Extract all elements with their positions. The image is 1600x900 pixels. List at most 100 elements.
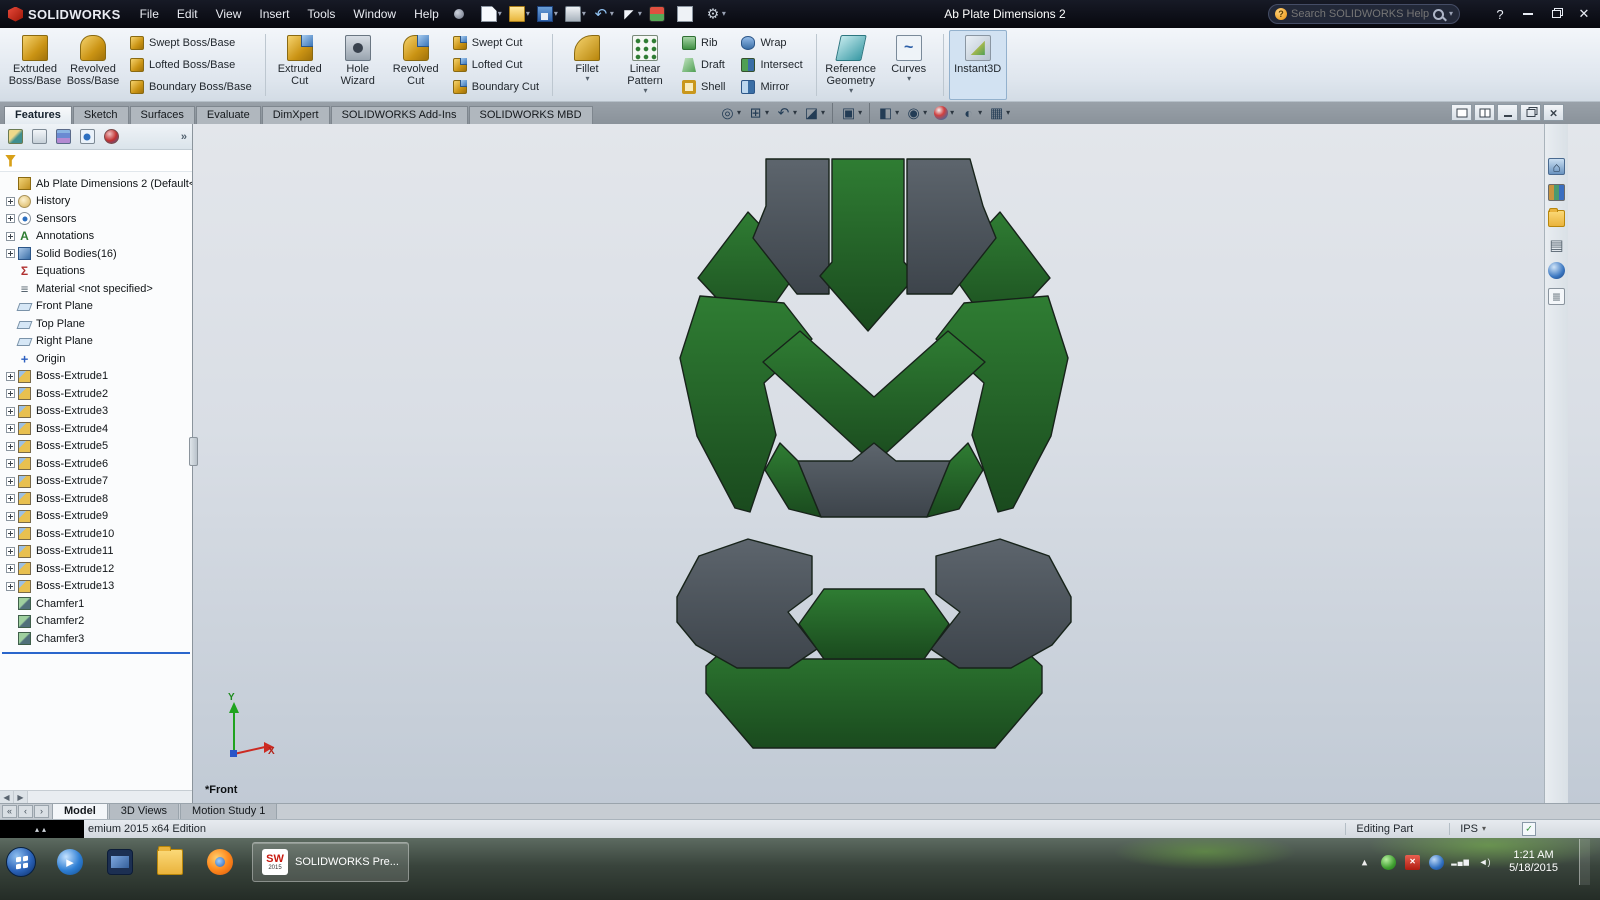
graphics-area[interactable]: Y X *Front — [193, 124, 1600, 803]
tree-horizontal-scrollbar[interactable]: ◀ ▶ — [0, 790, 192, 803]
motion-tab[interactable]: Motion Study 1 — [180, 803, 278, 819]
menu-item[interactable]: View — [207, 0, 251, 28]
taskbar-app-button[interactable] — [100, 843, 140, 881]
view-toolbar-button[interactable]: ▾ — [800, 103, 828, 123]
tree-item[interactable]: Boss-Extrude1 — [0, 368, 192, 386]
command-tab[interactable]: SOLIDWORKS MBD — [468, 106, 593, 124]
expand-icon[interactable] — [6, 371, 15, 381]
ribbon-button[interactable]: Extruded Boss/Base ▾ — [6, 30, 64, 100]
ribbon-button[interactable]: Extruded Cut ▾ — [271, 30, 329, 100]
ribbon-button[interactable]: Rib — [679, 34, 728, 52]
units-selector[interactable]: IPS ▾ — [1449, 823, 1496, 835]
tree-item[interactable]: Annotations — [0, 228, 192, 246]
tree-item[interactable]: Front Plane — [0, 298, 192, 316]
tree-item[interactable]: Sensors — [0, 210, 192, 228]
panel-tab[interactable] — [29, 127, 49, 147]
expand-icon[interactable] — [6, 511, 15, 521]
task-pane-icon[interactable] — [1548, 262, 1565, 279]
expand-icon[interactable] — [6, 231, 15, 241]
tree-item[interactable]: Boss-Extrude4 — [0, 420, 192, 438]
task-pane-icon[interactable] — [1548, 288, 1565, 305]
tree-item[interactable]: Origin — [0, 350, 192, 368]
tray-icon[interactable] — [1405, 854, 1421, 870]
menu-item[interactable]: File — [131, 0, 168, 28]
quick-access-button[interactable]: ▾ — [646, 3, 673, 25]
tree-item[interactable]: Boss-Extrude11 — [0, 543, 192, 561]
tree-item[interactable]: Chamfer1 — [0, 595, 192, 613]
tree-item[interactable]: Solid Bodies(16) — [0, 245, 192, 263]
ribbon-button[interactable]: Instant3D ▾ — [948, 30, 1007, 100]
expand-icon[interactable] — [6, 214, 15, 224]
ribbon-button[interactable]: Revolved Boss/Base ▾ — [64, 30, 122, 100]
panel-tab[interactable] — [77, 127, 97, 147]
view-toolbar-button[interactable]: ▾ — [744, 103, 772, 123]
view-toolbar-button[interactable]: ▾ — [869, 103, 902, 123]
ribbon-button[interactable]: Intersect — [738, 56, 805, 74]
show-desktop-button[interactable] — [1579, 839, 1590, 885]
menu-item[interactable]: Edit — [168, 0, 207, 28]
view-toolbar-button[interactable]: ▾ — [930, 103, 957, 123]
command-tab[interactable]: SOLIDWORKS Add-Ins — [330, 106, 468, 124]
minimize-button[interactable] — [1514, 2, 1542, 26]
tray-icon[interactable] — [1453, 855, 1468, 870]
ribbon-button[interactable]: Boundary Cut — [450, 78, 542, 96]
help-button[interactable]: ? — [1486, 2, 1514, 26]
command-tab[interactable]: Sketch — [72, 106, 129, 124]
task-pane-icon[interactable] — [1548, 158, 1565, 175]
scrollbar-track[interactable] — [28, 791, 192, 803]
armor-top-center-green[interactable] — [819, 158, 917, 332]
document-status-icon[interactable] — [1522, 822, 1536, 836]
view-toolbar-button[interactable]: ▾ — [832, 103, 865, 123]
task-pane-icon[interactable] — [1548, 184, 1565, 201]
tree-item[interactable]: Boss-Extrude6 — [0, 455, 192, 473]
doc-window-button[interactable] — [1451, 104, 1472, 121]
tree-item[interactable]: Boss-Extrude10 — [0, 525, 192, 543]
ribbon-button[interactable]: Hole Wizard ▾ — [329, 30, 387, 100]
taskbar-app-button[interactable] — [150, 843, 190, 881]
tray-icon[interactable] — [1429, 854, 1445, 870]
quick-access-button[interactable]: ▾ — [674, 3, 701, 25]
tray-icon[interactable] — [1357, 855, 1372, 870]
armor-ab-center-gray[interactable] — [797, 442, 951, 518]
panel-overflow-button[interactable]: » — [181, 131, 187, 143]
ribbon-button[interactable]: Draft — [679, 56, 728, 74]
tree-item[interactable]: Chamfer2 — [0, 613, 192, 631]
task-pane-icon[interactable] — [1548, 208, 1565, 227]
tree-item[interactable]: Boss-Extrude7 — [0, 473, 192, 491]
quick-access-button[interactable]: ▾ — [534, 3, 561, 25]
ribbon-button[interactable]: Linear Pattern ▾ — [616, 30, 674, 100]
ribbon-button[interactable]: Wrap — [738, 34, 805, 52]
ribbon-button[interactable]: Swept Cut — [450, 34, 542, 52]
tree-item[interactable]: History — [0, 193, 192, 211]
ribbon-button[interactable]: Reference Geometry ▾ — [822, 30, 880, 100]
armor-shield-right[interactable] — [930, 538, 1072, 669]
command-tab[interactable]: Features — [4, 106, 72, 124]
expand-icon[interactable] — [6, 564, 15, 574]
ribbon-button[interactable]: Curves ▾ — [880, 30, 938, 100]
expand-icon[interactable] — [6, 441, 15, 451]
rollback-bar[interactable] — [2, 651, 190, 654]
view-toolbar-button[interactable]: ▾ — [772, 103, 800, 123]
model-canvas[interactable]: Y X — [193, 124, 1600, 803]
search-icon[interactable] — [1432, 8, 1444, 20]
taskbar-app-button[interactable] — [50, 843, 90, 881]
tree-item[interactable]: Right Plane — [0, 333, 192, 351]
ribbon-button[interactable]: Lofted Boss/Base — [127, 56, 255, 74]
tree-item[interactable]: Boss-Extrude5 — [0, 438, 192, 456]
view-toolbar-button[interactable]: ▾ — [957, 103, 985, 123]
expand-icon[interactable] — [6, 249, 15, 259]
tray-icon[interactable] — [1381, 854, 1397, 870]
close-button[interactable]: ✕ — [1570, 2, 1598, 26]
doc-window-button[interactable] — [1520, 104, 1541, 121]
restore-button[interactable] — [1542, 2, 1570, 26]
quick-access-button[interactable]: ▾ — [562, 3, 589, 25]
expand-icon[interactable] — [6, 424, 15, 434]
tree-item[interactable]: Boss-Extrude13 — [0, 578, 192, 596]
tray-icon[interactable] — [1477, 855, 1492, 870]
quick-access-button[interactable]: ▾ — [590, 3, 617, 25]
expand-icon[interactable] — [6, 196, 15, 206]
menu-item[interactable]: Tools — [298, 0, 344, 28]
expand-icon[interactable] — [6, 494, 15, 504]
tree-item[interactable]: Boss-Extrude2 — [0, 385, 192, 403]
menu-item[interactable]: Insert — [250, 0, 298, 28]
